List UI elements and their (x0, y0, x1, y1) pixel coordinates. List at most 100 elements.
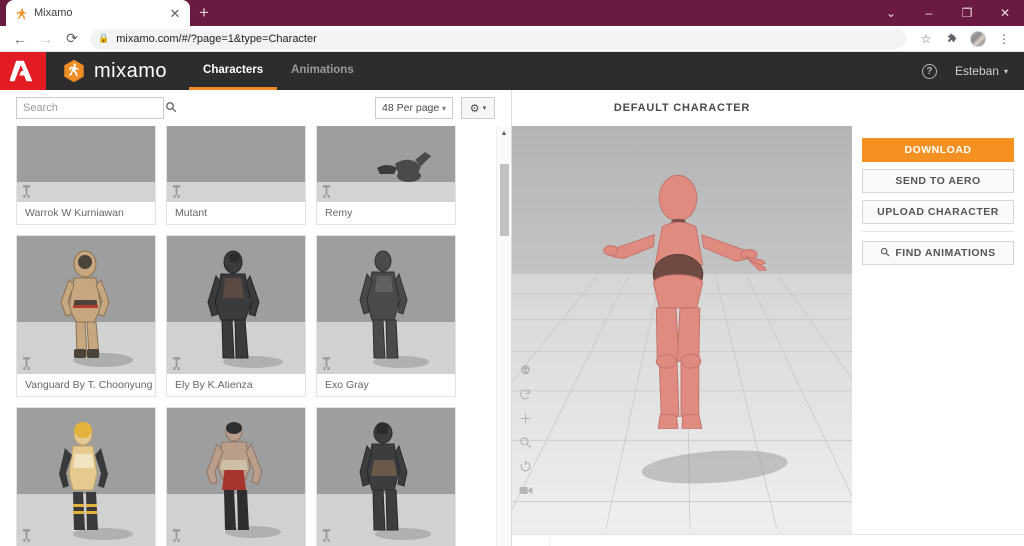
character-thumbnail[interactable] (17, 408, 155, 546)
character-thumbnail[interactable] (317, 236, 455, 374)
search-box[interactable] (16, 97, 177, 119)
skeleton-bone-icon (172, 357, 181, 370)
3d-stage[interactable] (512, 126, 852, 534)
pause-button[interactable] (522, 539, 550, 546)
character-thumbnail[interactable] (167, 408, 305, 546)
maximize-icon[interactable]: ❐ (948, 0, 986, 26)
browser-toolbar: ← → ⟳ 🔒 mixamo.com/#/?page=1&type=Charac… (0, 26, 1024, 52)
mixamo-hex-logo (64, 59, 84, 83)
profile-avatar[interactable] (966, 28, 990, 50)
character-card[interactable] (16, 407, 156, 546)
search-icon[interactable] (165, 101, 177, 116)
skeleton-bone-icon (22, 357, 31, 370)
character-name: Mutant (167, 202, 305, 224)
skeleton-bone-icon (172, 185, 181, 198)
help-icon[interactable]: ? (921, 63, 937, 79)
character-thumbnail[interactable] (167, 236, 305, 374)
skeleton-bone-icon (22, 185, 31, 198)
send-to-aero-button[interactable]: SEND TO AERO (862, 169, 1014, 193)
rail-divider (862, 231, 1014, 232)
character-name: Exo Gray (317, 374, 455, 396)
settings-gear-button[interactable]: ⚙ ▾ (461, 97, 495, 119)
per-page-label: 48 Per page (382, 102, 440, 114)
close-icon[interactable]: ✕ (168, 7, 182, 20)
tab-characters[interactable]: Characters (189, 52, 278, 90)
adobe-logo[interactable] (0, 52, 46, 90)
character-viewer-panel: DEFAULT CHARACTER DOWNLOAD SEND TO AERO … (512, 90, 1024, 546)
chevron-down-icon: ▾ (482, 105, 487, 112)
per-page-select[interactable]: 48 Per page ▾ (375, 97, 453, 119)
tab-animations[interactable]: Animations (277, 52, 368, 90)
character-card[interactable] (166, 407, 306, 546)
user-name: Esteban (954, 64, 999, 78)
skeleton-bone-icon (322, 529, 331, 542)
character-card[interactable]: Ely By K.Atienza (166, 235, 306, 397)
pan-move-icon[interactable] (518, 411, 533, 426)
find-animations-button[interactable]: FIND ANIMATIONS (862, 241, 1014, 265)
tab-search-icon[interactable]: ⌄ (872, 0, 910, 26)
character-card[interactable]: Remy (316, 126, 456, 225)
grid-scrollbar[interactable]: ▲ ▼ (496, 126, 511, 546)
extensions-puzzle-icon[interactable] (940, 28, 964, 50)
character-thumbnail[interactable] (167, 126, 305, 202)
address-bar[interactable]: 🔒 mixamo.com/#/?page=1&type=Character (90, 28, 906, 49)
character-browser-panel: 48 Per page ▾ ⚙ ▾ (0, 90, 512, 546)
window-controls: ⌄ – ❐ ✕ (872, 0, 1024, 26)
camera-icon[interactable] (518, 483, 533, 498)
app-header: mixamo Characters Animations ? Esteban ▾ (0, 52, 1024, 90)
character-name: Vanguard By T. Choonyung (17, 374, 155, 396)
character-grid-scroll[interactable]: Warrok W Kurniawan Mutant Remy Vanguard … (0, 126, 511, 546)
chevron-down-icon: ▾ (1003, 66, 1008, 76)
mixamo-brand[interactable]: mixamo (46, 52, 167, 90)
browser-titlebar: Mixamo ✕ + ⌄ – ❐ ✕ (0, 0, 1024, 26)
skeleton-bone-icon (322, 185, 331, 198)
address-bar-url: mixamo.com/#/?page=1&type=Character (116, 32, 317, 45)
grid-controls: 48 Per page ▾ ⚙ ▾ (375, 97, 495, 119)
reload-icon[interactable]: ⟳ (60, 28, 84, 50)
browser-tab-title: Mixamo (34, 7, 73, 19)
rotate-icon[interactable] (518, 387, 533, 402)
bookmark-star-icon[interactable]: ☆ (914, 28, 938, 50)
chrome-menu-icon[interactable]: ⋮ (992, 28, 1016, 50)
character-card[interactable] (316, 407, 456, 546)
playbar-filler (613, 534, 1024, 546)
zoom-icon[interactable] (518, 435, 533, 450)
close-window-icon[interactable]: ✕ (986, 0, 1024, 26)
character-grid: Warrok W Kurniawan Mutant Remy Vanguard … (0, 126, 511, 546)
scroll-up-icon[interactable]: ▲ (497, 126, 511, 141)
back-icon[interactable]: ← (8, 28, 32, 50)
minimize-icon[interactable]: – (910, 0, 948, 26)
browser-tab[interactable]: Mixamo ✕ (6, 0, 190, 26)
skeleton-bone-icon (322, 357, 331, 370)
browser-toolbar-row: 48 Per page ▾ ⚙ ▾ (0, 90, 511, 126)
find-animations-label: FIND ANIMATIONS (895, 247, 996, 259)
character-card[interactable]: Exo Gray (316, 235, 456, 397)
chevron-down-icon: ▾ (441, 103, 446, 113)
viewer-title: DEFAULT CHARACTER (512, 90, 1024, 126)
character-card[interactable]: Warrok W Kurniawan (16, 126, 156, 225)
reset-view-icon[interactable] (518, 459, 533, 474)
user-menu[interactable]: Esteban ▾ (955, 64, 1008, 78)
default-character-model[interactable] (512, 126, 852, 529)
character-thumbnail[interactable] (17, 236, 155, 374)
skeleton-skull-icon[interactable] (518, 363, 533, 378)
character-card[interactable]: Vanguard By T. Choonyung (16, 235, 156, 397)
character-thumbnail[interactable] (17, 126, 155, 202)
viewer-action-rail: DOWNLOAD SEND TO AERO UPLOAD CHARACTER F… (852, 126, 1024, 534)
gear-icon: ⚙ (469, 102, 480, 115)
brand-text: mixamo (94, 59, 168, 82)
character-thumbnail[interactable] (317, 408, 455, 546)
search-input[interactable] (23, 102, 165, 114)
new-tab-button[interactable]: + (190, 0, 218, 26)
skeleton-bone-icon (172, 529, 181, 542)
forward-icon[interactable]: → (34, 28, 58, 50)
playback-bar: 0 / 0 (512, 534, 614, 546)
download-button[interactable]: DOWNLOAD (862, 138, 1014, 162)
character-thumbnail[interactable] (317, 126, 455, 202)
character-name: Ely By K.Atienza (167, 374, 305, 396)
upload-character-button[interactable]: UPLOAD CHARACTER (862, 200, 1014, 224)
playback-row: 0 / 0 (512, 534, 1024, 546)
app-nav-tabs: Characters Animations (189, 52, 368, 90)
scrollbar-thumb[interactable] (500, 164, 509, 236)
character-card[interactable]: Mutant (166, 126, 306, 225)
